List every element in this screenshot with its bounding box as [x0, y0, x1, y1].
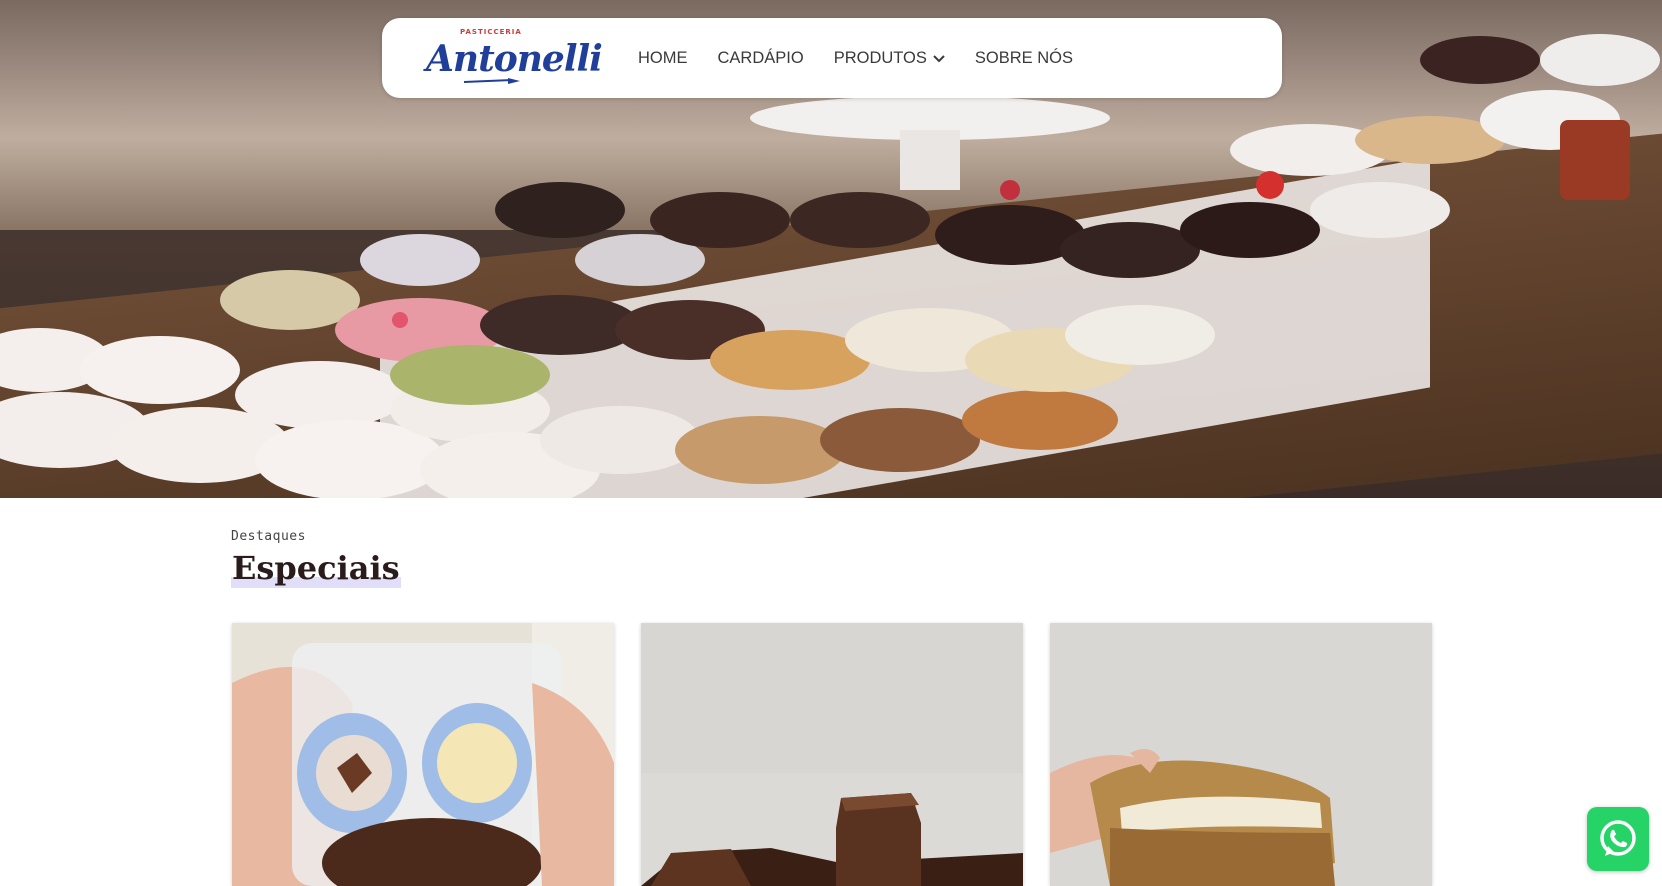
chevron-down-icon [933, 49, 945, 68]
nav-cardapio-label: CARDÁPIO [717, 48, 804, 67]
brand-tagline: PASTICCERIA [460, 28, 522, 36]
brand-logo[interactable]: PASTICCERIA Antonelli [426, 26, 603, 90]
section-eyebrow: Destaques [231, 529, 306, 544]
stuffed-cookie-image [1050, 623, 1432, 886]
nav-cardapio[interactable]: CARDÁPIO [718, 49, 804, 68]
nav-sobre-nos[interactable]: SOBRE NÓS [975, 49, 1073, 68]
nav-home-label: HOME [638, 48, 688, 67]
section-title: Especiais [231, 552, 401, 588]
nav-sobre-nos-label: SOBRE NÓS [974, 48, 1074, 67]
main-menu: HOME CARDÁPIO PRODUTOS SOBRE NÓS [638, 18, 1103, 98]
featured-card-3[interactable] [1050, 623, 1432, 886]
brand-name: Antonelli [426, 38, 603, 80]
section-title-text: Especiais [231, 549, 401, 588]
nav-produtos[interactable]: PRODUTOS [834, 49, 945, 68]
whatsapp-icon [1600, 820, 1636, 856]
whatsapp-button[interactable] [1587, 807, 1649, 871]
whisk-icon [463, 78, 520, 84]
nav-produtos-label: PRODUTOS [833, 48, 927, 67]
featured-card-1[interactable] [232, 623, 614, 886]
brigadeiros-box-image [232, 623, 614, 886]
chocolate-fudge-image [641, 623, 1023, 886]
top-navbar: PASTICCERIA Antonelli HOME CARDÁPIO PROD… [382, 18, 1282, 98]
nav-home[interactable]: HOME [638, 49, 688, 68]
featured-card-2[interactable] [641, 623, 1023, 886]
